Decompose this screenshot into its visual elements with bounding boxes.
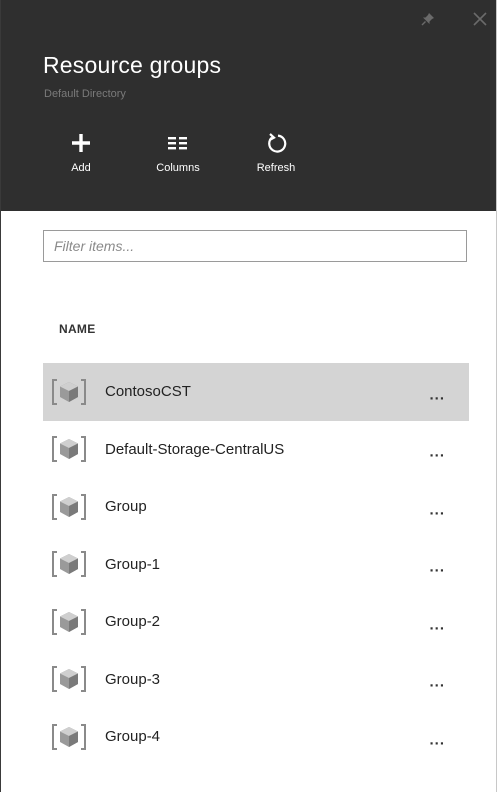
resource-group-name: Group bbox=[105, 498, 147, 516]
resource-group-icon bbox=[51, 722, 87, 752]
resource-group-name: Group-2 bbox=[105, 613, 161, 631]
columns-button[interactable]: Columns bbox=[143, 130, 213, 174]
plus-icon bbox=[68, 130, 94, 156]
ellipsis-icon[interactable]: ... bbox=[429, 617, 445, 632]
resource-group-name: Group-4 bbox=[105, 728, 161, 746]
resource-groups-blade: Resource groups Default Directory Add Co… bbox=[0, 0, 497, 792]
list-item[interactable]: Group ... bbox=[43, 478, 469, 536]
list-item[interactable]: Group-3 ... bbox=[43, 651, 469, 709]
ellipsis-icon[interactable]: ... bbox=[429, 387, 445, 402]
list-item[interactable]: ContosoCST ... bbox=[43, 363, 469, 421]
resource-group-icon bbox=[51, 664, 87, 694]
refresh-button[interactable]: Refresh bbox=[241, 130, 311, 174]
ellipsis-icon[interactable]: ... bbox=[429, 502, 445, 517]
filter-input[interactable] bbox=[43, 230, 467, 262]
refresh-label: Refresh bbox=[256, 162, 296, 174]
ellipsis-icon[interactable]: ... bbox=[429, 675, 445, 690]
list-item[interactable]: Group-1 ... bbox=[43, 536, 469, 594]
blade-subtitle: Default Directory bbox=[44, 88, 126, 100]
resource-group-icon bbox=[51, 607, 87, 637]
ellipsis-icon[interactable]: ... bbox=[429, 560, 445, 575]
refresh-icon bbox=[263, 130, 289, 156]
list-item[interactable]: Default-Storage-CentralUS ... bbox=[43, 421, 469, 479]
ellipsis-icon[interactable]: ... bbox=[429, 445, 445, 460]
add-button[interactable]: Add bbox=[46, 130, 116, 174]
list-item[interactable]: Group-4 ... bbox=[43, 708, 469, 766]
blade-header: Resource groups Default Directory Add Co… bbox=[1, 0, 496, 211]
resource-group-icon bbox=[51, 377, 87, 407]
list-item[interactable]: Group-2 ... bbox=[43, 593, 469, 651]
resource-group-icon bbox=[51, 492, 87, 522]
pin-icon[interactable] bbox=[417, 8, 439, 30]
columns-icon bbox=[165, 130, 191, 156]
resource-group-icon bbox=[51, 549, 87, 579]
resource-group-list: ContosoCST ... Default-Storage-CentralUS… bbox=[43, 363, 469, 766]
resource-group-name: Default-Storage-CentralUS bbox=[105, 440, 285, 458]
resource-group-icon bbox=[51, 434, 87, 464]
ellipsis-icon[interactable]: ... bbox=[429, 732, 445, 747]
columns-label: Columns bbox=[156, 162, 200, 174]
resource-group-name: Group-1 bbox=[105, 555, 161, 573]
column-header-name[interactable]: NAME bbox=[59, 322, 96, 336]
resource-group-name: ContosoCST bbox=[105, 383, 191, 401]
add-label: Add bbox=[71, 162, 91, 174]
resource-group-name: Group-3 bbox=[105, 670, 161, 688]
close-icon[interactable] bbox=[469, 8, 491, 30]
blade-title: Resource groups bbox=[43, 52, 222, 78]
